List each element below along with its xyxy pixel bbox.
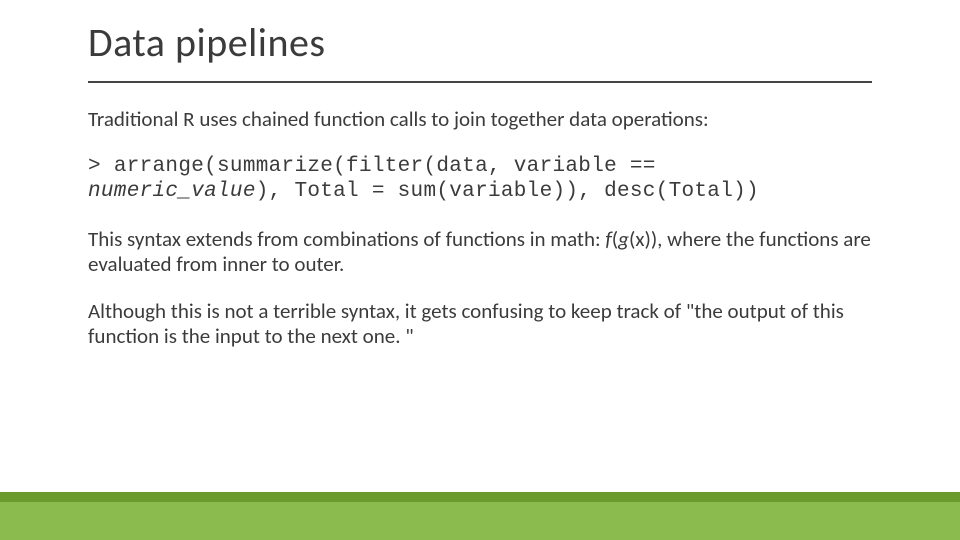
code-block: > arrange(summarize(filter(data, variabl…: [88, 154, 872, 204]
footer-main-stripe: [0, 502, 960, 540]
slide-footer-bar: [0, 492, 960, 540]
code-prompt: >: [88, 155, 114, 178]
paragraph-intro: Traditional R uses chained function call…: [88, 107, 872, 132]
slide-content: Traditional R uses chained function call…: [88, 107, 872, 349]
paragraph-conclusion: Although this is not a terrible syntax, …: [88, 299, 872, 349]
math-g: g: [618, 226, 629, 252]
code-text-2: ), Total = sum(variable)), desc(Total)): [256, 180, 759, 203]
math-intro: This syntax extends from combinations of…: [88, 226, 605, 252]
footer-accent-stripe: [0, 492, 960, 502]
code-text-1: arrange(summarize(filter(data, variable …: [114, 155, 656, 178]
slide-body: Data pipelines Traditional R uses chaine…: [0, 0, 960, 349]
slide-title: Data pipelines: [88, 18, 872, 83]
code-italic-value: numeric_value: [88, 180, 256, 203]
paragraph-math: This syntax extends from combinations of…: [88, 227, 872, 277]
